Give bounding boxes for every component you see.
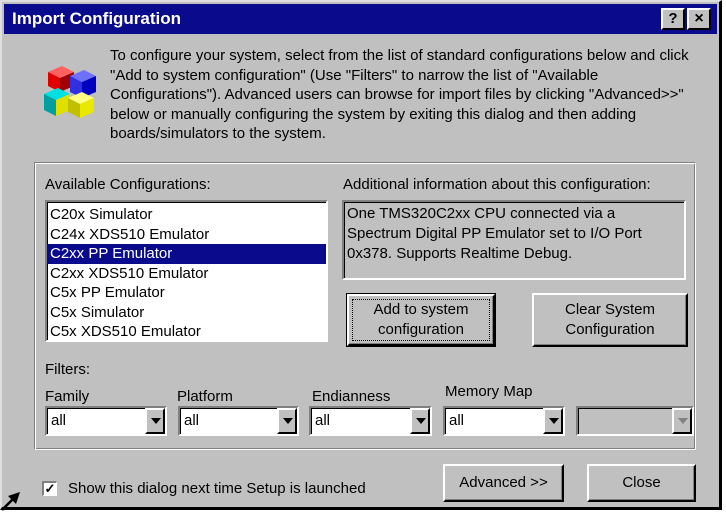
help-button[interactable]: ?	[661, 8, 685, 30]
platform-select[interactable]: all	[178, 406, 299, 436]
close-button-label: Close	[622, 474, 661, 491]
show-dialog-checkbox[interactable]: ✓	[42, 481, 57, 496]
title-bar: Import Configuration ? ×	[4, 4, 717, 34]
arrow-pointer-icon	[1, 492, 20, 511]
close-window-button[interactable]: ×	[687, 8, 711, 30]
configuration-list-item[interactable]: C20x Simulator	[47, 205, 326, 225]
configuration-list-item[interactable]: C5x Simulator	[47, 303, 326, 323]
add-to-system-configuration-button[interactable]: Add to system configuration	[346, 293, 496, 347]
family-label: Family	[45, 388, 90, 405]
intro-text: To configure your system, select from th…	[110, 47, 689, 143]
memory-map-label: Memory Map	[445, 383, 533, 400]
clear-system-configuration-button[interactable]: Clear System Configuration	[532, 293, 688, 347]
family-value: all	[51, 412, 67, 429]
filters-label: Filters:	[45, 361, 90, 378]
configuration-list-item[interactable]: C5x XDS510 Emulator	[47, 322, 326, 340]
clear-button-line1: Clear System	[564, 301, 656, 318]
window-title: Import Configuration	[12, 9, 182, 28]
platform-label: Platform	[177, 388, 233, 405]
configuration-list-item[interactable]: C2xx XDS510 Emulator	[47, 264, 326, 284]
advanced-button[interactable]: Advanced >>	[443, 464, 564, 502]
available-configurations-list[interactable]: C20x Simulator C24x XDS510 Emulator C2xx P…	[45, 200, 328, 342]
endianness-select[interactable]: all	[309, 406, 432, 436]
configuration-cubes-icon	[44, 66, 96, 118]
platform-dropdown-arrow-icon[interactable]	[277, 408, 297, 434]
configuration-list-item[interactable]: C2xx PP Emulator	[47, 244, 326, 264]
memory-map-dropdown-arrow-icon[interactable]	[543, 408, 563, 434]
family-select[interactable]: all	[45, 406, 167, 436]
configuration-list-item[interactable]: C5x PP Emulator	[47, 283, 326, 303]
family-dropdown-arrow-icon[interactable]	[145, 408, 165, 434]
extra-filter-select	[576, 406, 694, 436]
add-button-line2: configuration	[378, 321, 464, 338]
platform-value: all	[184, 412, 200, 429]
additional-info-label: Additional information about this config…	[343, 176, 651, 193]
add-button-line1: Add to system	[373, 301, 469, 318]
endianness-dropdown-arrow-icon[interactable]	[410, 408, 430, 434]
show-dialog-label: Show this dialog next time Setup is laun…	[68, 480, 366, 497]
configuration-info-box: One TMS320C2xx CPU connected via a Spect…	[342, 200, 686, 280]
available-configurations-label: Available Configurations:	[45, 176, 211, 193]
advanced-button-label: Advanced >>	[459, 474, 548, 491]
memory-map-select[interactable]: all	[443, 406, 565, 436]
clear-button-line2: Configuration	[565, 321, 655, 338]
configuration-list-item[interactable]: C24x XDS510 Emulator	[47, 225, 326, 245]
endianness-label: Endianness	[312, 388, 391, 405]
close-button[interactable]: Close	[587, 464, 696, 502]
endianness-value: all	[315, 412, 331, 429]
memory-map-value: all	[449, 412, 465, 429]
import-configuration-dialog: Import Configuration ? × To configure yo…	[0, 0, 722, 510]
extra-filter-dropdown-arrow-icon	[672, 408, 692, 434]
